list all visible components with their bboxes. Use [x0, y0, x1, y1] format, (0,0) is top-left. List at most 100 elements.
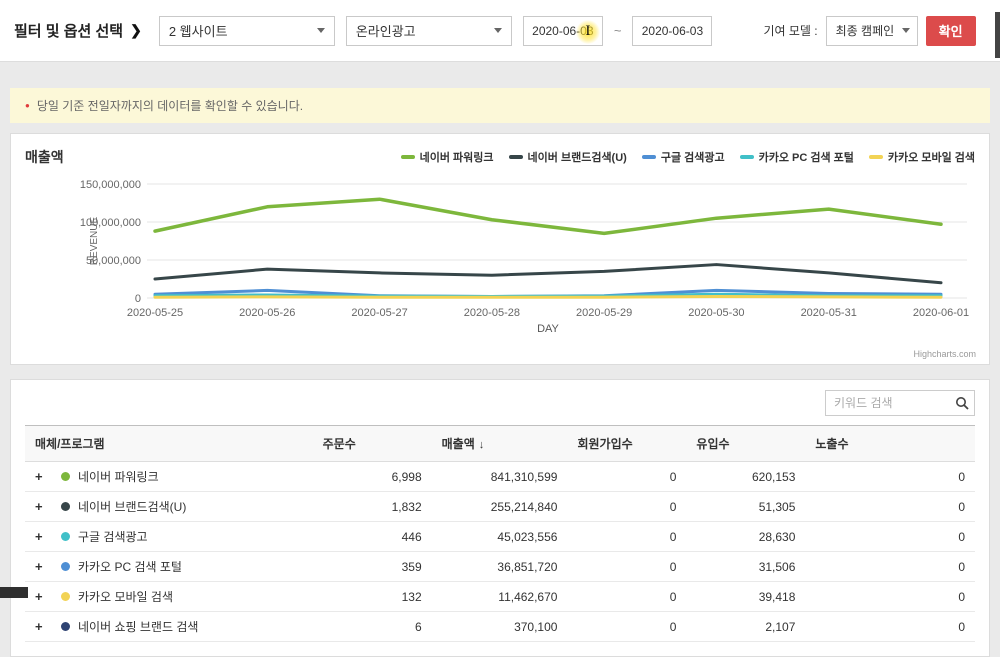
caret-down-icon — [316, 28, 325, 33]
expand-row-button[interactable]: + — [35, 529, 55, 544]
signups-cell: 0 — [567, 551, 687, 582]
legend-item[interactable]: 네이버 브랜드검색(U) — [508, 149, 627, 165]
signups-cell: 0 — [567, 611, 687, 642]
x-tick-label: 2020-05-25 — [127, 307, 183, 319]
media-name: 구글 검색광고 — [78, 530, 148, 544]
filter-bar: 필터 및 옵션 선택 ❯ 2 웹사이트 온라인광고 2020-06-03 I ~… — [0, 0, 1000, 62]
expand-row-button[interactable]: + — [35, 619, 55, 634]
expand-row-button[interactable]: + — [35, 559, 55, 574]
chart-series-line[interactable] — [153, 294, 943, 299]
legend-item[interactable]: 카카오 PC 검색 포털 — [739, 149, 854, 165]
chart-legend: 네이버 파워링크 네이버 브랜드검색(U) 구글 검색광고 카카오 PC 검색 포털 카… — [400, 149, 975, 165]
orders-cell: 132 — [312, 581, 432, 612]
orders-cell: 446 — [312, 521, 432, 552]
legend-swatch-icon — [508, 155, 523, 159]
attribution-model-select[interactable]: 최종 캠페인 — [825, 15, 918, 46]
column-header-label: 매출액 — [441, 437, 475, 451]
legend-item[interactable]: 구글 검색광고 — [641, 149, 725, 165]
revenue-cell: 370,100 — [431, 611, 568, 642]
column-header-label: 회원가입수 — [577, 437, 633, 451]
legend-label: 카카오 모바일 검색 — [887, 152, 975, 164]
legend-swatch-icon — [641, 155, 656, 159]
revenue-cell: 45,023,556 — [431, 521, 568, 552]
inflow-cell: 39,418 — [686, 581, 806, 612]
x-tick-label: 2020-06-01 — [913, 307, 969, 319]
sort-desc-icon: ↓ — [478, 439, 485, 451]
date-range-separator: ~ — [613, 23, 622, 38]
impressions-cell: 0 — [805, 611, 975, 642]
x-tick-label: 2020-05-30 — [688, 307, 744, 319]
x-tick-label: 2020-05-27 — [351, 307, 407, 319]
x-tick-label: 2020-05-26 — [239, 307, 295, 319]
legend-swatch-icon — [400, 155, 415, 159]
keyword-search-input[interactable] — [826, 391, 950, 415]
column-header-label: 매체/프로그램 — [35, 437, 105, 451]
expand-row-button[interactable]: + — [35, 589, 55, 604]
site-select[interactable]: 2 웹사이트 — [158, 15, 335, 46]
column-header[interactable]: 회원가입수 — [567, 425, 687, 462]
series-color-dot — [61, 622, 70, 631]
column-header[interactable]: 매체/프로그램 — [25, 425, 313, 462]
impressions-cell: 0 — [805, 551, 975, 582]
date-to-value: 2020-06-03 — [641, 23, 704, 38]
chart-credit: Highcharts.com — [913, 349, 976, 359]
confirm-button[interactable]: 확인 — [925, 15, 976, 46]
legend-label: 네이버 파워링크 — [419, 152, 494, 164]
revenue-cell: 841,310,599 — [431, 461, 568, 492]
filter-bar-title: 필터 및 옵션 선택 ❯ — [14, 20, 142, 41]
expand-row-button[interactable]: + — [35, 499, 55, 514]
media-table-body: + 네이버 파워링크 6,998 841,310,599 0 620,153 0 + 네이버 브… — [25, 461, 975, 642]
x-axis-title: DAY — [537, 323, 559, 335]
x-tick-label: 2020-05-29 — [576, 307, 632, 319]
date-from-input[interactable]: 2020-06-03 I — [522, 15, 603, 46]
media-program-table: 매체/프로그램 주문수 매출액 ↓ 회원가입수 유입수 노출수 + 네이버 파워링크 6,998… — [25, 425, 975, 642]
table-row: + 구글 검색광고 446 45,023,556 0 28,630 0 — [25, 521, 975, 552]
media-name: 네이버 쇼핑 브랜드 검색 — [78, 620, 199, 634]
impressions-cell: 0 — [805, 521, 975, 552]
attribution-model-label: 기여 모델 : — [763, 24, 818, 38]
ad-channel-select-value: 온라인광고 — [355, 24, 416, 39]
caret-down-icon — [493, 28, 502, 33]
inflow-cell: 31,506 — [686, 551, 806, 582]
column-header[interactable]: 주문수 — [312, 425, 432, 462]
legend-item[interactable]: 카카오 모바일 검색 — [868, 149, 975, 165]
y-tick-label: 0 — [135, 293, 141, 305]
table-row: + 네이버 파워링크 6,998 841,310,599 0 620,153 0 — [25, 461, 975, 492]
date-from-value: 2020-06-03 — [532, 23, 594, 38]
revenue-line-chart[interactable]: 150,000,000100,000,00050,000,0000REVENUE… — [25, 170, 975, 338]
y-tick-label: 150,000,000 — [80, 179, 141, 191]
notice-banner: ● 당일 기준 전일자까지의 데이터를 확인할 수 있습니다. — [10, 88, 990, 123]
search-button[interactable] — [950, 391, 974, 415]
x-tick-label: 2020-05-31 — [801, 307, 857, 319]
column-header[interactable]: 매출액 ↓ — [431, 425, 568, 462]
table-row: + 네이버 브랜드검색(U) 1,832 255,214,840 0 51,305 0 — [25, 491, 975, 522]
signups-cell: 0 — [567, 581, 687, 612]
table-row: + 카카오 PC 검색 포털 359 36,851,720 0 31,506 0 — [25, 551, 975, 582]
revenue-cell: 255,214,840 — [431, 491, 568, 522]
vertical-scrollbar-thumb[interactable] — [995, 12, 1000, 58]
orders-cell: 359 — [312, 551, 432, 582]
ad-channel-select[interactable]: 온라인광고 — [345, 15, 512, 46]
legend-swatch-icon — [739, 155, 754, 159]
expand-row-button[interactable]: + — [35, 469, 55, 484]
inflow-cell: 2,107 — [686, 611, 806, 642]
chart-title: 매출액 — [25, 149, 64, 165]
legend-swatch-icon — [868, 155, 883, 159]
orders-cell: 1,832 — [312, 491, 432, 522]
attribution-group: 기여 모델 : 최종 캠페인 확인 — [763, 15, 976, 46]
date-to-input[interactable]: 2020-06-03 — [632, 15, 713, 46]
column-header[interactable]: 유입수 — [686, 425, 806, 462]
table-search-row — [25, 380, 975, 425]
column-header[interactable]: 노출수 — [805, 425, 975, 462]
chart-series-line[interactable] — [153, 263, 943, 285]
chart-series-line[interactable] — [153, 197, 943, 236]
inflow-cell: 51,305 — [686, 491, 806, 522]
media-name: 카카오 모바일 검색 — [78, 590, 173, 604]
revenue-chart-panel: 매출액 네이버 파워링크 네이버 브랜드검색(U) 구글 검색광고 카카오 PC 검색… — [10, 133, 990, 365]
legend-item[interactable]: 네이버 파워링크 — [400, 149, 494, 165]
series-color-dot — [61, 592, 70, 601]
series-color-dot — [61, 472, 70, 481]
bullet-icon: ● — [25, 101, 30, 110]
impressions-cell: 0 — [805, 491, 975, 522]
series-color-dot — [61, 532, 70, 541]
